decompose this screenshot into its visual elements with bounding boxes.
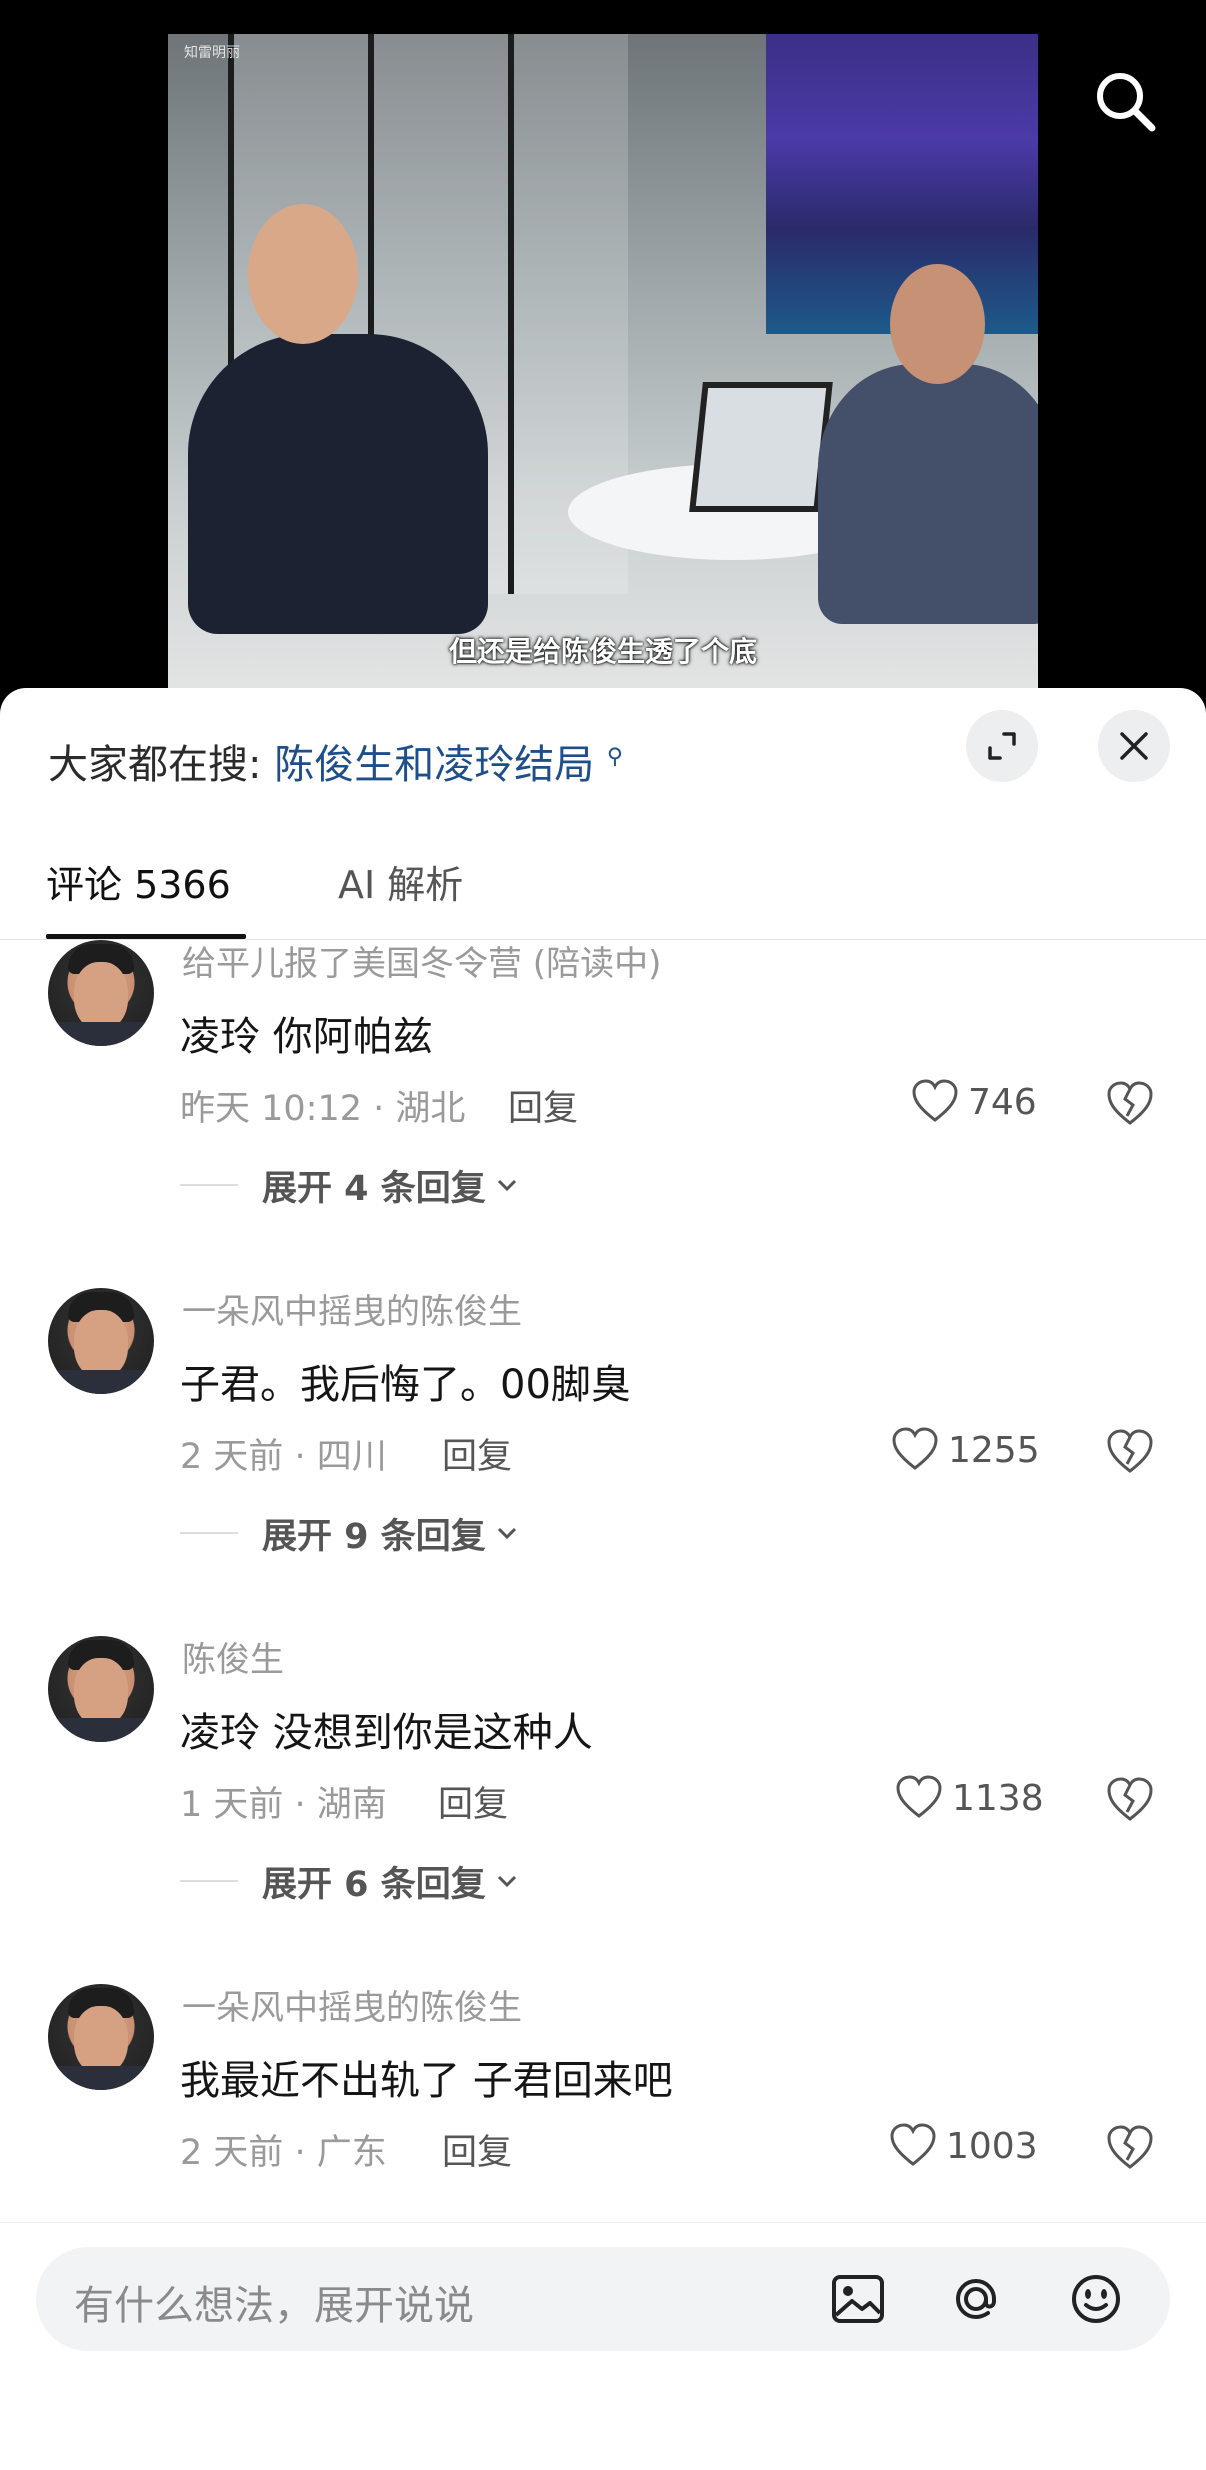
- avatar[interactable]: [48, 1636, 154, 1742]
- tab-comments[interactable]: 评论 5366: [46, 854, 231, 909]
- reply-button[interactable]: 回复: [438, 1776, 508, 1827]
- heart-icon: [890, 2123, 936, 2166]
- reply-button[interactable]: 回复: [442, 2124, 512, 2175]
- avatar[interactable]: [48, 1288, 154, 1394]
- comment-input[interactable]: 有什么想法，展开说说: [36, 2247, 1170, 2351]
- person-left-head: [248, 204, 358, 344]
- comment-meta: 2 天前 · 广东: [180, 2133, 387, 2173]
- tab-bar: 评论 5366 AI 解析: [0, 838, 1206, 940]
- broken-heart-icon[interactable]: [1104, 1078, 1156, 1130]
- like-count: 746: [968, 1081, 1037, 1123]
- video-caption: 但还是给陈俊生透了个底: [448, 635, 757, 668]
- video-frame[interactable]: 知雷明丽 但还是给陈俊生透了个底: [168, 34, 1038, 700]
- like-count: 1003: [946, 2125, 1038, 2167]
- expand-replies[interactable]: 展开 6 条回复: [180, 1856, 520, 1906]
- expand-replies[interactable]: 展开 9 条回复: [180, 1508, 520, 1558]
- comment-item: 给平儿报了美国冬令营 (陪读中) 凌玲 你阿帕兹 昨天 10:12 · 湖北 回…: [0, 940, 1206, 1288]
- comment-item: 一朵风中摇曳的陈俊生 我最近不出轨了 子君回来吧 2 天前 · 广东 回复 10…: [0, 1984, 1206, 2214]
- at-icon[interactable]: [942, 2265, 1010, 2333]
- search-small-icon: ⚲: [606, 744, 624, 770]
- comment-item: 一朵风中摇曳的陈俊生 子君。我后悔了。00脚臭 2 天前 · 四川 回复 125…: [0, 1288, 1206, 1636]
- person-right: [818, 364, 1038, 624]
- comment-text: 我最近不出轨了 子君回来吧: [180, 2058, 673, 2104]
- expand-replies[interactable]: 展开 4 条回复: [180, 1160, 520, 1210]
- divider: [180, 1880, 238, 1882]
- heart-icon: [912, 1079, 958, 1122]
- comment-text: 子君。我后悔了。00脚臭: [180, 1362, 631, 1408]
- comment-sheet: 大家都在搜: 陈俊生和凌玲结局 ⚲ 评论 5366 AI 解析 给平儿报了美国冬…: [0, 688, 1206, 2470]
- search-suggestion[interactable]: 大家都在搜: 陈俊生和凌玲结局 ⚲: [48, 732, 623, 790]
- comment-list[interactable]: 给平儿报了美国冬令营 (陪读中) 凌玲 你阿帕兹 昨天 10:12 · 湖北 回…: [0, 940, 1206, 2214]
- comment-input-bar: 有什么想法，展开说说: [0, 2222, 1206, 2470]
- divider: [180, 1184, 238, 1186]
- close-button[interactable]: [1098, 710, 1170, 782]
- laptop: [689, 382, 833, 512]
- video-watermark: 知雷明丽: [184, 45, 240, 61]
- avatar[interactable]: [48, 940, 154, 1046]
- video-player[interactable]: 知雷明丽 但还是给陈俊生透了个底: [0, 0, 1206, 700]
- broken-heart-icon[interactable]: [1104, 1426, 1156, 1478]
- comment-item: 陈俊生 凌玲 没想到你是这种人 1 天前 · 湖南 回复 1138 展开 6 条…: [0, 1636, 1206, 1984]
- avatar[interactable]: [48, 1984, 154, 2090]
- like-button[interactable]: 1138: [894, 1770, 1044, 1826]
- like-count: 1255: [948, 1429, 1040, 1471]
- emoji-icon[interactable]: [1062, 2265, 1130, 2333]
- chevron-down-icon: [497, 1179, 516, 1192]
- person-right-head: [890, 264, 985, 384]
- broken-heart-icon[interactable]: [1104, 1774, 1156, 1826]
- search-suggestion-query[interactable]: 陈俊生和凌玲结局: [274, 742, 594, 788]
- image-icon[interactable]: [824, 2265, 892, 2333]
- comment-meta: 昨天 10:12 · 湖北: [180, 1089, 466, 1129]
- chevron-down-icon: [497, 1527, 516, 1540]
- like-count: 1138: [952, 1777, 1044, 1819]
- comment-text: 凌玲 没想到你是这种人: [180, 1710, 593, 1756]
- search-suggestion-prefix: 大家都在搜:: [48, 742, 262, 788]
- search-icon[interactable]: [1090, 66, 1160, 136]
- reply-button[interactable]: 回复: [442, 1428, 512, 1479]
- comment-author[interactable]: 给平儿报了美国冬令营 (陪读中): [182, 940, 661, 985]
- reply-button[interactable]: 回复: [508, 1080, 578, 1131]
- chevron-down-icon: [497, 1875, 516, 1888]
- like-button[interactable]: 1003: [888, 2118, 1038, 2174]
- expand-replies-label: 展开 9 条回复: [262, 1516, 486, 1557]
- comment-author[interactable]: 一朵风中摇曳的陈俊生: [182, 1980, 522, 2029]
- broken-heart-icon[interactable]: [1104, 2122, 1156, 2174]
- comment-input-placeholder: 有什么想法，展开说说: [74, 2283, 474, 2329]
- comment-meta: 2 天前 · 四川: [180, 1437, 387, 1477]
- comment-text: 凌玲 你阿帕兹: [180, 1014, 433, 1060]
- expand-replies-label: 展开 4 条回复: [262, 1168, 486, 1209]
- comment-author[interactable]: 陈俊生: [182, 1632, 284, 1681]
- heart-icon: [892, 1427, 938, 1470]
- expand-button[interactable]: [966, 710, 1038, 782]
- person-left: [188, 334, 488, 634]
- like-button[interactable]: 746: [910, 1074, 1037, 1130]
- tab-ai-analysis[interactable]: AI 解析: [338, 854, 463, 909]
- comment-meta: 1 天前 · 湖南: [180, 1785, 387, 1825]
- heart-icon: [896, 1775, 942, 1818]
- divider: [180, 1532, 238, 1534]
- active-tab-indicator: [46, 934, 246, 939]
- close-icon: [1120, 732, 1148, 760]
- expand-replies-label: 展开 6 条回复: [262, 1864, 486, 1905]
- expand-icon: [988, 732, 1016, 760]
- comment-author[interactable]: 一朵风中摇曳的陈俊生: [182, 1284, 522, 1333]
- like-button[interactable]: 1255: [890, 1422, 1040, 1478]
